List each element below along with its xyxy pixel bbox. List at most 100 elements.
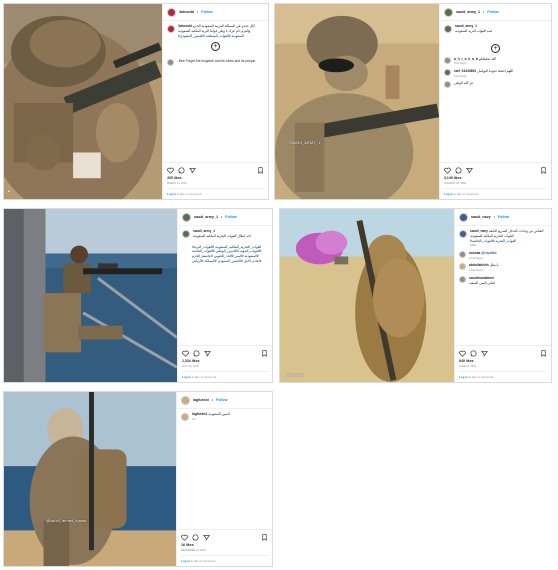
avatar[interactable] [167, 25, 175, 33]
comment-text: ..Bee Forget the kingdom and its rulers … [177, 59, 256, 64]
share-icon[interactable] [204, 350, 211, 357]
comment-meta[interactable]: 174w Reply [469, 269, 498, 273]
avatar[interactable] [459, 263, 466, 271]
post-photo-1[interactable]: ▪ [4, 4, 162, 199]
comment-text[interactable]: @royalkkk [481, 251, 496, 255]
comment-meta[interactable]: 174w Reply [469, 257, 497, 261]
post-photo-3[interactable] [4, 209, 177, 382]
comment-text: ﻗﻨﺎﺹ ﺍﻟﻴﻤﻦ ﺍﻟﺴﻌﻴﺪ [469, 280, 495, 285]
follow-button[interactable]: Follow [216, 398, 227, 403]
avatar[interactable] [444, 7, 453, 17]
comment-icon[interactable] [178, 167, 185, 174]
share-icon[interactable] [203, 534, 210, 541]
avatar[interactable] [459, 250, 466, 258]
share-icon[interactable] [466, 167, 473, 174]
heart-icon[interactable] [167, 167, 174, 174]
username[interactable]: saudi_army_1 [456, 10, 480, 15]
login-link[interactable]: Log in [182, 375, 191, 379]
follow-button[interactable]: Follow [201, 10, 212, 15]
avatar[interactable] [167, 59, 174, 67]
comment-username[interactable]: abdullahhhh [469, 263, 489, 267]
heart-icon[interactable] [459, 350, 466, 357]
caption-hashtags[interactable]: #ﺍﻟﻘﻮﺍﺕ_ﺍﻟﺒﺤﺮﻳﺔ #ﺍﻟﻘﻮﺍﺕ_ﺍﻟﺨﺎﺻﺔ [470, 239, 547, 244]
heart-icon[interactable] [181, 534, 188, 541]
comment-meta[interactable]: 51w Reply [454, 62, 496, 66]
post-sidebar-1: 3ahoodd • Follow 3ahoodd ﻟﻜﻞ ﺟﻨﺪﻱ ﻓﻲ ﺍﻟﻤ… [162, 4, 268, 199]
caption-meta: 185w [470, 244, 477, 248]
like-count[interactable]: 16 likes [181, 543, 268, 548]
login-link[interactable]: Log in [181, 559, 190, 563]
comment-icon[interactable] [192, 534, 199, 541]
post-comments: 3ahoodd ﻟﻜﻞ ﺟﻨﺪﻱ ﻓﻲ ﺍﻟﻤﻤﻠﻜﺔ ﺍﻟﻌﺮﺑﻴﺔ ﺍﻟﺴﻌ… [163, 21, 268, 72]
like-count[interactable]: 3,149 likes [444, 176, 547, 181]
bookmark-icon[interactable] [257, 167, 264, 174]
post-photo-5[interactable]: @saudi_armed_forces [4, 392, 176, 566]
comment-username[interactable]: rowsaa [469, 251, 480, 255]
like-count[interactable]: 1,334 likes [182, 359, 268, 364]
login-link[interactable]: Log in [167, 192, 176, 196]
caption-username[interactable]: saudi_army_1 [193, 229, 215, 233]
bookmark-icon[interactable] [261, 534, 268, 541]
post-photo-2[interactable]: SAWDI_ARMY_1 [275, 4, 439, 199]
avatar[interactable] [444, 25, 452, 33]
caption-hashtags[interactable]: #ﺍﻟﻘﻮﺍﺕ_ﺍﻟﺒﺤﺮﻳﺔ_ﺍﻟﻤﻠﻜﻴﺔ_ﺍﻟﺴﻌﻮﺩﻳﺔ #ﺍﻟﻘﻮﺍﺕ… [192, 245, 264, 264]
comment: abdullahhhh ﻳﺎ ﺑﻄﻞ 174w Reply [459, 263, 547, 272]
username[interactable]: saudi_army_1 [194, 215, 218, 220]
caption-username[interactable]: saudi_army_1 [455, 24, 477, 28]
post-footer: 405 likes March 14, 2019 Log in to like … [163, 161, 268, 199]
avatar[interactable] [459, 230, 467, 238]
avatar[interactable] [459, 275, 466, 283]
avatar[interactable] [444, 68, 451, 76]
avatar[interactable] [181, 413, 189, 421]
avatar[interactable] [182, 230, 190, 238]
post-photo-4[interactable]: saudi_navy [280, 209, 454, 382]
heart-icon[interactable] [444, 167, 451, 174]
avatar[interactable] [459, 212, 468, 222]
follow-button[interactable]: Follow [225, 215, 236, 220]
post-header: saudi_navy • Follow [455, 209, 551, 226]
post-card-5: @saudi_armed_forces lagfueshi • Follow l… [3, 391, 273, 567]
username[interactable]: 3ahoodd [179, 10, 194, 15]
post-sidebar-4: saudi_navy • Follow saudi_navy ﺍﻟﻘﻨﺎﺹ ﻣﻦ… [454, 209, 551, 382]
heart-icon[interactable] [182, 350, 189, 357]
share-icon[interactable] [481, 350, 488, 357]
action-bar [182, 349, 268, 358]
action-bar [181, 533, 268, 542]
avatar[interactable] [182, 212, 191, 222]
post-comments: lagfuesh1 ﺍﺣﺒﻴﺒﻲ ﺍﻟﺴﻌﻮﺩﻳﺔ 3w [177, 409, 272, 427]
share-icon[interactable] [189, 167, 196, 174]
bookmark-icon[interactable] [540, 350, 547, 357]
bookmark-icon[interactable] [261, 350, 268, 357]
comment-icon[interactable] [470, 350, 477, 357]
caption: saudi_navy ﺍﻟﻘﻨﺎﺹ ﻣﻦ ﻭﺣﺪﺍﺕ ﺍﻟﺘﺪﺧﻞ ﺍﻟﺴﺮﻳﻊ… [459, 229, 547, 248]
caption-username[interactable]: saudi_navy [470, 229, 488, 233]
follow-button[interactable]: Follow [498, 215, 509, 220]
comment-meta[interactable]: 51w Reply [454, 75, 513, 79]
comment-username[interactable]: saudimodaliiner [469, 276, 494, 280]
post-header: saudi_army_1 • Follow [178, 209, 272, 226]
post-footer: 1,334 likes July 24, 2018 Log in to like… [178, 344, 272, 382]
avatar[interactable] [444, 56, 451, 64]
action-bar [167, 166, 264, 175]
avatar[interactable] [444, 81, 451, 89]
comment-username[interactable]: a_h_r_a_h_a_b [454, 57, 478, 61]
bookmark-icon[interactable] [540, 167, 547, 174]
like-count[interactable]: 405 likes [167, 176, 264, 181]
comment-icon[interactable] [193, 350, 200, 357]
avatar[interactable] [181, 395, 190, 405]
avatar[interactable] [167, 7, 176, 17]
login-link[interactable]: Log in [459, 375, 468, 379]
load-more-comments-icon[interactable]: + [491, 43, 500, 53]
username[interactable]: saudi_navy [471, 215, 491, 220]
comment-icon[interactable] [455, 167, 462, 174]
separator-dot: • [211, 397, 214, 402]
caption-username[interactable]: 3ahoodd [178, 24, 192, 28]
caption-username[interactable]: lagfuesh1 [192, 412, 207, 416]
load-more-comments-icon[interactable]: + [211, 42, 220, 52]
like-count[interactable]: 649 likes [459, 359, 547, 364]
comment-username[interactable]: saif_04440852 [454, 69, 476, 73]
login-link[interactable]: Log in [444, 192, 453, 196]
caption-hashtags[interactable]: #ﺍﻟﺴﻌﻮﺩﻳﺔ #ﺍﻟﻘﻮﺍﺕ_ﺍﻟﻤﺴﻠﺤﺔ #ﺍﻟﺠﻴﺶ_ﺍﻟﺴﻌﻮﺩﻱ [178, 34, 264, 39]
follow-button[interactable]: Follow [487, 10, 498, 15]
username[interactable]: lagfueshi [193, 398, 209, 403]
